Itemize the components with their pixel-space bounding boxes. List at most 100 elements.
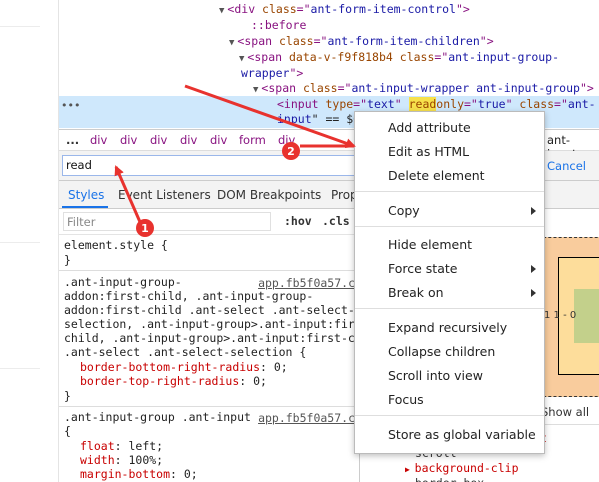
attr-value: ant-form-item-children: [327, 34, 480, 48]
menu-item-delete-element[interactable]: Delete element: [388, 168, 485, 183]
stylesheet-link[interactable]: app.fb5f0a57.c: [258, 276, 355, 290]
attr-value: ant-form-item-control: [310, 2, 456, 16]
rule-selector[interactable]: selection, .ant-input-group>.ant-input:f…: [64, 318, 359, 331]
dom-node-input-group-wrapper-cont[interactable]: wrapper">: [241, 66, 303, 81]
dom-node-form-item-children[interactable]: ▼ <span class="ant-form-item-children">: [229, 34, 494, 51]
rule-selector[interactable]: .ant-select .ant-select-selection {: [64, 346, 306, 359]
menu-item-scroll-into-view[interactable]: Scroll into view: [388, 368, 483, 383]
attr-value: text: [367, 97, 395, 111]
breadcrumb-item[interactable]: div: [180, 133, 197, 147]
rule-open: {: [64, 424, 71, 438]
styles-filter-row: Filter :hov .cls: [59, 209, 359, 235]
search-cancel-button[interactable]: Cancel: [547, 159, 586, 173]
expand-triangle-icon[interactable]: ▶: [405, 465, 415, 474]
css-property-value: 0;: [246, 374, 267, 388]
attr-name: class: [262, 2, 297, 16]
styles-filter-input[interactable]: Filter: [63, 212, 271, 231]
dom-search-input[interactable]: read: [62, 155, 362, 176]
css-declaration[interactable]: width: 100%;: [80, 454, 163, 467]
breadcrumb-item[interactable]: div: [120, 133, 137, 147]
css-property-name: border-bottom-right-radius: [80, 360, 261, 374]
menu-item-hide-element[interactable]: Hide element: [388, 237, 472, 252]
attr-name: data-v-f9f818b4: [288, 50, 393, 64]
menu-item-add-attribute[interactable]: Add attribute: [388, 120, 471, 135]
stylesheet-link[interactable]: app.fb5f0a57.c: [258, 411, 355, 425]
menu-item-copy[interactable]: Copy: [388, 203, 420, 218]
menu-separator: [355, 308, 544, 309]
rule-close: }: [64, 253, 71, 267]
tag-text: ">: [579, 81, 594, 95]
divider: [59, 406, 359, 407]
breadcrumb-item[interactable]: div: [90, 133, 107, 147]
dom-node-input-wrapper[interactable]: ▼ <span class="ant-input-wrapper ant-inpu…: [253, 81, 594, 98]
tab-dom-breakpoints[interactable]: DOM Breakpoints: [217, 188, 321, 202]
attr-name: only: [436, 97, 464, 111]
tag-text: ": [394, 97, 409, 111]
page-left-strip: [0, 0, 59, 482]
dom-node-input-selected-cont[interactable]: input" == $0: [277, 112, 360, 127]
rule-selector[interactable]: element.style {: [64, 239, 168, 252]
css-declaration[interactable]: float: left;: [80, 440, 163, 453]
menu-item-collapse-children[interactable]: Collapse children: [388, 344, 495, 359]
tag-text: <div: [227, 2, 263, 16]
attr-value: wrapper: [241, 66, 290, 80]
dom-node-before[interactable]: ::before: [251, 18, 306, 33]
menu-item-focus[interactable]: Focus: [388, 392, 424, 407]
css-property-value: left;: [121, 439, 164, 453]
expand-triangle-icon[interactable]: ▼: [229, 36, 234, 51]
styles-pane: element.style { } app.fb5f0a57.c .ant-in…: [59, 235, 359, 482]
css-declaration[interactable]: border-bottom-right-radius: 0;: [80, 361, 288, 374]
expand-triangle-icon[interactable]: ▼: [219, 4, 224, 19]
rule-selector[interactable]: addon:first-child, .ant-input-group-: [64, 290, 313, 303]
breadcrumb-overflow[interactable]: ...: [66, 133, 79, 147]
hover-state-toggle[interactable]: :hov: [284, 214, 312, 228]
show-all-checkbox[interactable]: Show all: [541, 405, 589, 419]
breadcrumb-item[interactable]: div: [210, 133, 227, 147]
rule-selector[interactable]: addon:first-child .ant-select .ant-selec…: [64, 304, 355, 317]
breadcrumb-item[interactable]: div: [278, 133, 295, 147]
tag-text: ": [505, 97, 520, 111]
computed-value: border-box: [415, 476, 484, 482]
tag-text: ">: [455, 2, 470, 16]
tab-event-listeners[interactable]: Event Listeners: [118, 188, 211, 202]
menu-item-expand-recursively[interactable]: Expand recursively: [388, 320, 507, 335]
css-declaration[interactable]: margin-bottom: 0;: [80, 468, 198, 481]
active-tab-indicator: [62, 206, 108, 208]
menu-item-break-on[interactable]: Break on: [388, 285, 444, 300]
node-options-dots[interactable]: •••: [61, 99, 80, 112]
css-property-name: border-top-right-radius: [80, 374, 240, 388]
tab-styles[interactable]: Styles: [68, 188, 104, 202]
divider: [0, 368, 40, 369]
computed-property[interactable]: ▶ background-clip: [405, 461, 519, 477]
breadcrumb-item[interactable]: form: [239, 133, 266, 147]
dom-node-form-item-control[interactable]: ▼ <div class="ant-form-item-control">: [219, 2, 470, 19]
breadcrumb-item[interactable]: div: [150, 133, 167, 147]
dom-node-input-group-wrapper[interactable]: ▼ <span data-v-f9f818b4 class="ant-input-…: [239, 50, 559, 67]
tag-text: =": [464, 97, 478, 111]
dom-node-input-selected[interactable]: <input type="text" readonly="true" class…: [277, 97, 596, 112]
context-menu: Add attribute Edit as HTML Delete elemen…: [354, 111, 545, 454]
search-match-highlight: read: [408, 97, 437, 111]
menu-separator: [355, 226, 544, 227]
css-property-value: 0;: [176, 467, 198, 481]
attr-value: ant-: [567, 97, 596, 111]
box-model-padding: [574, 289, 599, 343]
divider: [0, 26, 40, 27]
attr-name: class: [399, 50, 435, 64]
expand-triangle-icon[interactable]: ▼: [239, 52, 244, 67]
css-declaration[interactable]: border-top-right-radius: 0;: [80, 375, 267, 388]
menu-item-store-as-global-variable[interactable]: Store as global variable: [388, 427, 536, 442]
rule-selector[interactable]: .ant-input-group-: [64, 276, 182, 289]
menu-item-force-state[interactable]: Force state: [388, 261, 457, 276]
submenu-arrow-icon: [531, 289, 536, 297]
class-toggle[interactable]: .cls: [322, 214, 350, 228]
rule-selector[interactable]: child, .ant-input-group>.ant-input:first…: [64, 332, 359, 345]
tag-text: <span: [237, 34, 279, 48]
rule-selector[interactable]: .ant-input-group .ant-input: [64, 411, 251, 424]
menu-item-edit-as-html[interactable]: Edit as HTML: [388, 144, 469, 159]
css-property-name: float: [80, 439, 115, 453]
elements-dom-tree: ••• ▼ <div class="ant-form-item-control">…: [59, 0, 599, 128]
css-property-name: width: [80, 453, 115, 467]
tag-text: =": [353, 97, 368, 111]
expand-triangle-icon[interactable]: ▼: [253, 83, 258, 98]
